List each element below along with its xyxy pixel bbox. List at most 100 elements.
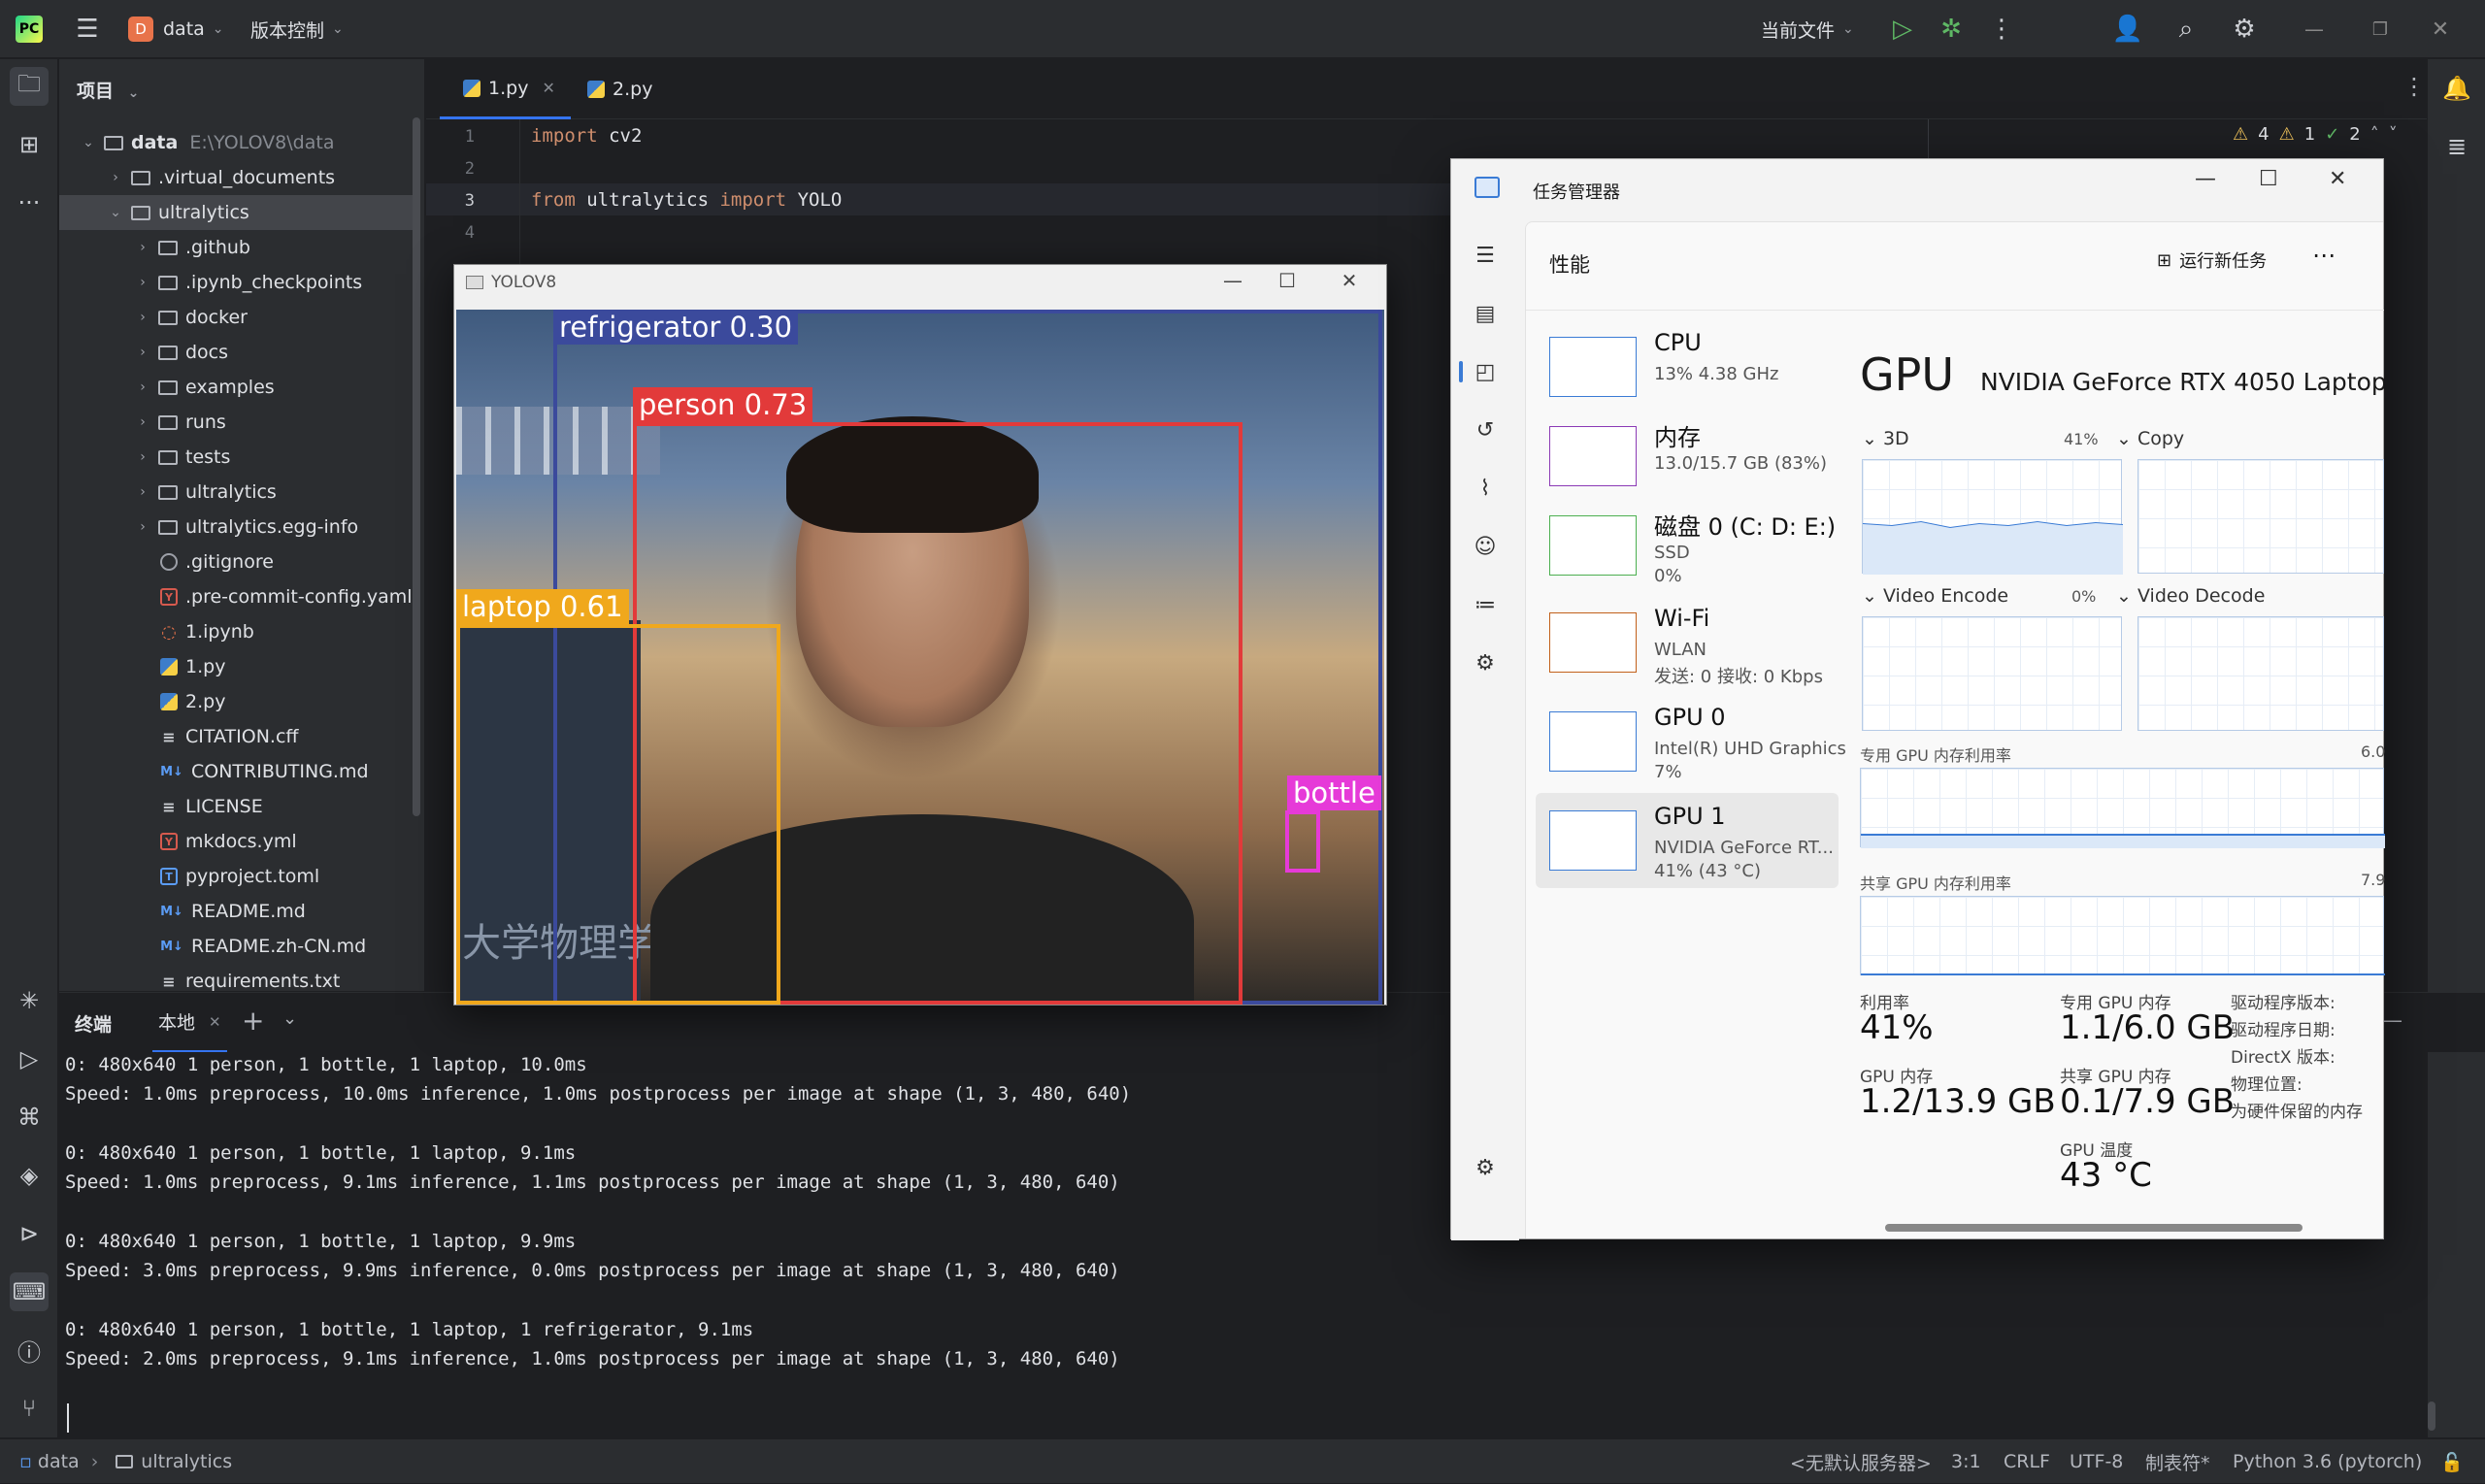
tree-item[interactable]: M↓ CONTRIBUTING.md (59, 754, 418, 789)
tree-item[interactable]: › docs (59, 335, 418, 370)
status-interpreter[interactable]: Python 3.6 (pytorch) (2233, 1439, 2422, 1484)
tree-item[interactable]: ≡ CITATION.cff (59, 719, 418, 754)
maximize-button[interactable]: ☐ (1270, 269, 1305, 292)
project-panel-title[interactable]: 项目 ⌄ (77, 77, 139, 103)
startup-icon[interactable]: ⌇ (1471, 474, 1500, 503)
tree-item[interactable]: .gitignore (59, 544, 418, 579)
python-console-icon[interactable]: ⌘ (10, 1098, 49, 1137)
chevron-right-icon[interactable]: › (133, 449, 152, 465)
yolo-window[interactable]: YOLOV8 — ☐ ✕ 大学物理学 refrigerator 0.30 per… (453, 264, 1387, 1006)
status-indent[interactable]: 制表符* (2145, 1439, 2210, 1484)
chevron-right-icon[interactable]: › (133, 414, 152, 430)
project-switcher[interactable]: D data ⌄ (128, 0, 224, 58)
settings-gear-icon[interactable]: ⚙ (1471, 1153, 1500, 1182)
perf-item[interactable]: 磁盘 0 (C: D: E:) SSD 0% (1536, 498, 1839, 593)
tree-item[interactable]: Ymkdocs.yml (59, 824, 418, 859)
add-terminal-icon[interactable]: + (242, 1005, 264, 1037)
tree-item[interactable]: › .virtual_documents (59, 160, 418, 195)
graph-label-video-decode[interactable]: ⌄ Video Decode (2116, 585, 2265, 607)
tab-options-icon[interactable]: ⋮ (2402, 73, 2426, 100)
tree-item[interactable]: › .github (59, 230, 418, 265)
chevron-right-icon[interactable]: › (133, 484, 152, 500)
history-icon[interactable]: ↺ (1471, 415, 1500, 445)
inspection-widget[interactable]: ⚠ 4 ⚠ 1 ✓ 2 ˄ ˅ (2233, 124, 2398, 145)
close-icon[interactable]: ✕ (209, 1013, 221, 1031)
perf-item[interactable]: Wi-Fi WLAN 发送: 0 接收: 0 Kbps (1536, 595, 1839, 690)
git-branch-icon[interactable]: ⑂ (10, 1389, 49, 1428)
tree-item[interactable]: › examples (59, 370, 418, 405)
chevron-down-icon[interactable]: ⌄ (282, 1008, 297, 1029)
status-caret-position[interactable]: 3:1 (1951, 1439, 1981, 1484)
status-server[interactable]: <无默认服务器> (1790, 1439, 1932, 1484)
chevron-down-icon[interactable]: ˅ (2389, 124, 2398, 145)
tree-item[interactable]: Tpyproject.toml (59, 859, 418, 894)
tree-item[interactable]: › docker (59, 300, 418, 335)
perf-item[interactable]: 内存 13.0/15.7 GB (83%) (1536, 409, 1839, 504)
lock-icon[interactable]: 🔓 (2440, 1439, 2464, 1484)
tab-1-py[interactable]: 1.py ✕ (440, 59, 571, 119)
tree-item[interactable]: ≡ LICENSE (59, 789, 418, 824)
terminal-icon[interactable]: ⌨ (10, 1272, 49, 1311)
tree-root[interactable]: ⌄ data E:\YOLOV8\data (59, 125, 418, 160)
minimize-button[interactable]: — (1215, 269, 1250, 292)
menu-icon[interactable]: ☰ (1471, 241, 1500, 270)
graph-label-3d[interactable]: ⌄ 3D (1862, 428, 1909, 449)
notifications-bell-icon[interactable]: 🔔 (2437, 69, 2476, 108)
breadcrumb[interactable]: ▫ data › ultralytics (19, 1439, 232, 1484)
perf-item[interactable]: GPU 0 Intel(R) UHD Graphics 7% (1536, 694, 1846, 789)
chevron-down-icon[interactable]: ⌄ (106, 205, 125, 220)
minimize-button[interactable]: — (2295, 0, 2334, 58)
more-options-icon[interactable]: ⋯ (2312, 242, 2336, 269)
chevron-up-icon[interactable]: ˄ (2370, 124, 2379, 145)
tab-local[interactable]: 本地 ✕ (152, 993, 227, 1053)
perf-item[interactable]: GPU 1 NVIDIA GeForce RT... 41% (43 °C) (1536, 793, 1839, 888)
status-line-separator[interactable]: CRLF (2004, 1439, 2050, 1484)
graph-label-video-encode[interactable]: ⌄ Video Encode (1862, 585, 2008, 607)
details-icon[interactable]: ≔ (1471, 590, 1500, 619)
debug-icon[interactable]: ✲ (1932, 0, 1971, 58)
maximize-button[interactable]: ❐ (2361, 0, 2400, 58)
tree-item[interactable]: › ultralytics.egg-info (59, 510, 418, 544)
search-icon[interactable]: ⌕ (2167, 0, 2205, 58)
vcs-menu[interactable]: 版本控制 ⌄ (250, 0, 344, 58)
tree-scrollbar[interactable] (413, 117, 420, 816)
app-logo[interactable]: PC (16, 0, 43, 58)
services-icon[interactable]: ⚙ (1471, 648, 1500, 677)
maximize-button[interactable]: ☐ (2259, 167, 2278, 191)
tree-item[interactable]: 1.py (59, 649, 418, 684)
users-icon[interactable]: ☺ (1471, 532, 1500, 561)
tree-item[interactable]: ⌄ ultralytics (59, 195, 418, 230)
structure-icon[interactable]: ⊞ (10, 125, 49, 164)
settings-gear-icon[interactable]: ⚙ (2225, 0, 2264, 58)
status-encoding[interactable]: UTF-8 (2070, 1439, 2123, 1484)
tree-item[interactable]: › tests (59, 440, 418, 475)
chevron-right-icon[interactable]: › (133, 519, 152, 535)
chevron-right-icon[interactable]: › (133, 275, 152, 290)
processes-icon[interactable]: ▤ (1471, 299, 1500, 328)
tree-item[interactable]: 2.py (59, 684, 418, 719)
chevron-right-icon[interactable]: › (133, 240, 152, 255)
tree-item[interactable]: Y .pre-commit-config.yaml (59, 579, 418, 614)
run-icon[interactable]: ▷ (10, 1039, 49, 1078)
minimize-button[interactable]: — (2195, 167, 2216, 191)
chevron-right-icon[interactable]: › (133, 379, 152, 395)
project-folder-icon[interactable]: 🗀 (10, 67, 49, 106)
main-menu-icon[interactable]: ☰ (68, 0, 107, 58)
chevron-right-icon[interactable]: › (133, 345, 152, 360)
tree-item[interactable]: M↓ README.zh-CN.md (59, 929, 418, 964)
database-icon[interactable]: ≣ (2437, 127, 2476, 166)
run-config-selector[interactable]: 当前文件 ⌄ (1761, 0, 1854, 58)
close-button[interactable]: ✕ (2421, 0, 2460, 58)
run-new-task-button[interactable]: ⊞ 运行新任务 (2157, 247, 2267, 273)
add-user-icon[interactable]: 👤 (2108, 0, 2147, 58)
horizontal-scrollbar[interactable] (1885, 1224, 2303, 1232)
problems-icon[interactable]: ⓘ (10, 1331, 49, 1369)
perf-item[interactable]: CPU 13% 4.38 GHz (1536, 319, 1839, 414)
chevron-right-icon[interactable]: › (133, 310, 152, 325)
task-manager-window[interactable]: 任务管理器 — ☐ ✕ ☰ ▤ ◰ ↺ ⌇ ☺ ≔ ⚙ ⚙ 性能 ⊞ 运行新任务 … (1450, 158, 2385, 1240)
graph-label-copy[interactable]: ⌄ Copy (2116, 428, 2184, 449)
debug-bug-icon[interactable]: ✳ (10, 981, 49, 1020)
more-tools-icon[interactable]: ··· (10, 183, 49, 222)
close-icon[interactable]: ✕ (542, 79, 554, 97)
tree-item[interactable]: › .ipynb_checkpoints (59, 265, 418, 300)
